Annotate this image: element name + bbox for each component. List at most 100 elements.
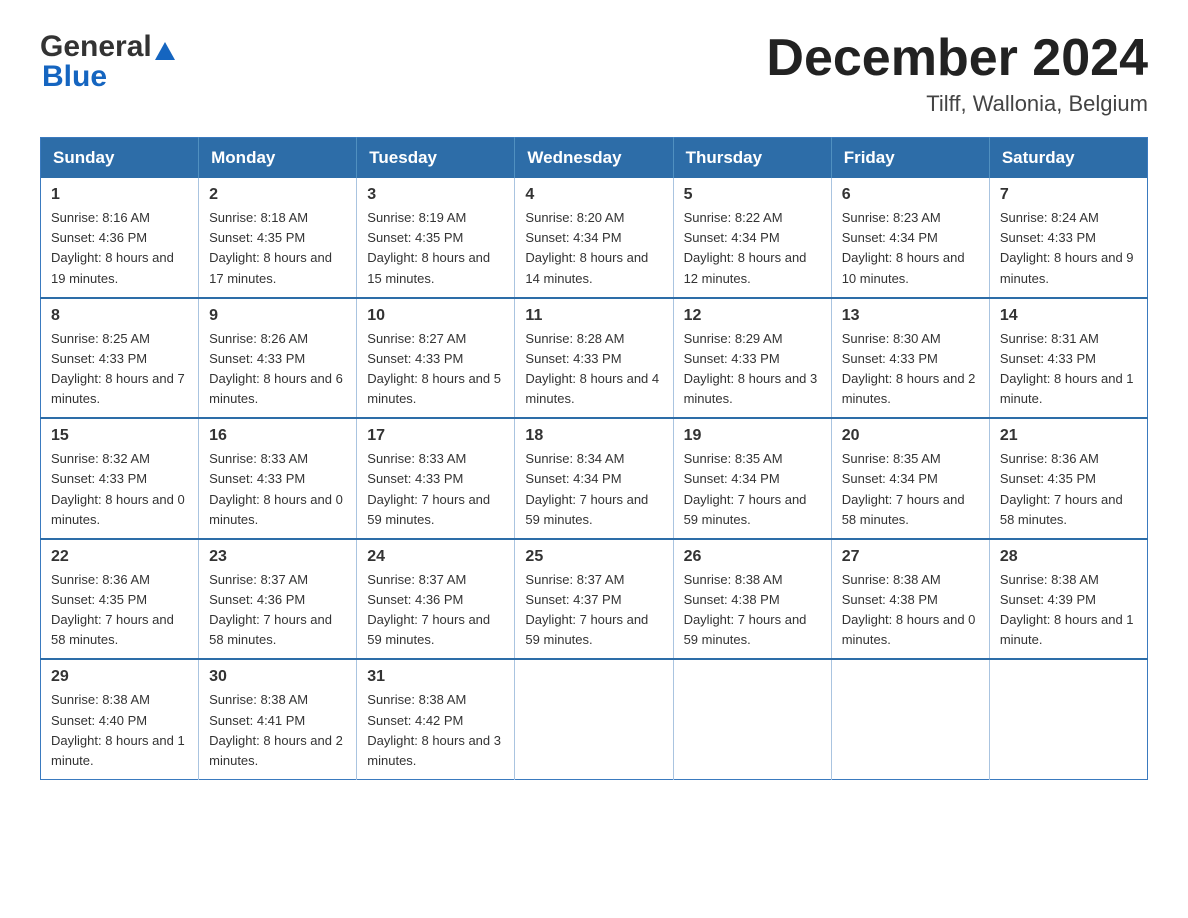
day-info: Sunrise: 8:38 AMSunset: 4:40 PMDaylight:… [51, 690, 188, 771]
day-number: 20 [842, 427, 979, 445]
calendar-cell: 1 Sunrise: 8:16 AMSunset: 4:36 PMDaylight… [41, 178, 199, 298]
day-number: 8 [51, 307, 188, 325]
calendar-cell [989, 659, 1147, 779]
calendar-cell: 21 Sunrise: 8:36 AMSunset: 4:35 PMDayligh… [989, 418, 1147, 539]
calendar-cell: 13 Sunrise: 8:30 AMSunset: 4:33 PMDayligh… [831, 298, 989, 419]
calendar-cell: 20 Sunrise: 8:35 AMSunset: 4:34 PMDayligh… [831, 418, 989, 539]
day-info: Sunrise: 8:20 AMSunset: 4:34 PMDaylight:… [525, 208, 662, 289]
day-number: 21 [1000, 427, 1137, 445]
day-info: Sunrise: 8:37 AMSunset: 4:37 PMDaylight:… [525, 570, 662, 651]
day-number: 16 [209, 427, 346, 445]
calendar-cell: 6 Sunrise: 8:23 AMSunset: 4:34 PMDaylight… [831, 178, 989, 298]
day-info: Sunrise: 8:34 AMSunset: 4:34 PMDaylight:… [525, 449, 662, 530]
calendar-cell: 27 Sunrise: 8:38 AMSunset: 4:38 PMDayligh… [831, 539, 989, 660]
day-info: Sunrise: 8:19 AMSunset: 4:35 PMDaylight:… [367, 208, 504, 289]
day-number: 17 [367, 427, 504, 445]
calendar-cell: 25 Sunrise: 8:37 AMSunset: 4:37 PMDayligh… [515, 539, 673, 660]
calendar-cell [515, 659, 673, 779]
calendar-table: SundayMondayTuesdayWednesdayThursdayFrid… [40, 137, 1148, 780]
calendar-cell: 14 Sunrise: 8:31 AMSunset: 4:33 PMDayligh… [989, 298, 1147, 419]
day-info: Sunrise: 8:35 AMSunset: 4:34 PMDaylight:… [684, 449, 821, 530]
calendar-cell: 7 Sunrise: 8:24 AMSunset: 4:33 PMDaylight… [989, 178, 1147, 298]
day-info: Sunrise: 8:29 AMSunset: 4:33 PMDaylight:… [684, 329, 821, 410]
day-number: 11 [525, 307, 662, 325]
calendar-header-tuesday: Tuesday [357, 138, 515, 179]
day-number: 25 [525, 548, 662, 566]
day-info: Sunrise: 8:16 AMSunset: 4:36 PMDaylight:… [51, 208, 188, 289]
calendar-cell: 23 Sunrise: 8:37 AMSunset: 4:36 PMDayligh… [199, 539, 357, 660]
month-title: December 2024 [766, 30, 1148, 87]
day-info: Sunrise: 8:37 AMSunset: 4:36 PMDaylight:… [209, 570, 346, 651]
calendar-cell: 12 Sunrise: 8:29 AMSunset: 4:33 PMDayligh… [673, 298, 831, 419]
day-info: Sunrise: 8:23 AMSunset: 4:34 PMDaylight:… [842, 208, 979, 289]
title-section: December 2024 Tilff, Wallonia, Belgium [766, 30, 1148, 117]
day-number: 30 [209, 668, 346, 686]
day-number: 31 [367, 668, 504, 686]
day-info: Sunrise: 8:36 AMSunset: 4:35 PMDaylight:… [51, 570, 188, 651]
day-number: 1 [51, 186, 188, 204]
day-number: 22 [51, 548, 188, 566]
calendar-header-thursday: Thursday [673, 138, 831, 179]
day-number: 13 [842, 307, 979, 325]
calendar-cell: 31 Sunrise: 8:38 AMSunset: 4:42 PMDayligh… [357, 659, 515, 779]
day-number: 2 [209, 186, 346, 204]
day-info: Sunrise: 8:38 AMSunset: 4:38 PMDaylight:… [842, 570, 979, 651]
calendar-header-friday: Friday [831, 138, 989, 179]
logo: General Blue [40, 30, 175, 94]
logo-general-text: General [40, 30, 152, 64]
day-info: Sunrise: 8:37 AMSunset: 4:36 PMDaylight:… [367, 570, 504, 651]
calendar-cell: 26Sunrise: 8:38 AMSunset: 4:38 PMDayligh… [673, 539, 831, 660]
day-number: 29 [51, 668, 188, 686]
day-number: 18 [525, 427, 662, 445]
day-info: Sunrise: 8:27 AMSunset: 4:33 PMDaylight:… [367, 329, 504, 410]
day-number: 10 [367, 307, 504, 325]
day-info: Sunrise: 8:36 AMSunset: 4:35 PMDaylight:… [1000, 449, 1137, 530]
calendar-cell [831, 659, 989, 779]
calendar-cell: 18 Sunrise: 8:34 AMSunset: 4:34 PMDayligh… [515, 418, 673, 539]
day-info: Sunrise: 8:25 AMSunset: 4:33 PMDaylight:… [51, 329, 188, 410]
day-number: 27 [842, 548, 979, 566]
calendar-cell: 3 Sunrise: 8:19 AMSunset: 4:35 PMDaylight… [357, 178, 515, 298]
day-info: Sunrise: 8:28 AMSunset: 4:33 PMDaylight:… [525, 329, 662, 410]
calendar-header-monday: Monday [199, 138, 357, 179]
calendar-cell: 19Sunrise: 8:35 AMSunset: 4:34 PMDayligh… [673, 418, 831, 539]
calendar-cell: 8 Sunrise: 8:25 AMSunset: 4:33 PMDaylight… [41, 298, 199, 419]
calendar-cell [673, 659, 831, 779]
calendar-cell: 22 Sunrise: 8:36 AMSunset: 4:35 PMDayligh… [41, 539, 199, 660]
day-info: Sunrise: 8:31 AMSunset: 4:33 PMDaylight:… [1000, 329, 1137, 410]
day-number: 9 [209, 307, 346, 325]
day-info: Sunrise: 8:18 AMSunset: 4:35 PMDaylight:… [209, 208, 346, 289]
day-info: Sunrise: 8:33 AMSunset: 4:33 PMDaylight:… [209, 449, 346, 530]
day-number: 7 [1000, 186, 1137, 204]
day-number: 14 [1000, 307, 1137, 325]
day-info: Sunrise: 8:33 AMSunset: 4:33 PMDaylight:… [367, 449, 504, 530]
day-info: Sunrise: 8:24 AMSunset: 4:33 PMDaylight:… [1000, 208, 1137, 289]
day-info: Sunrise: 8:38 AMSunset: 4:41 PMDaylight:… [209, 690, 346, 771]
calendar-cell: 24 Sunrise: 8:37 AMSunset: 4:36 PMDayligh… [357, 539, 515, 660]
calendar-cell: 28Sunrise: 8:38 AMSunset: 4:39 PMDayligh… [989, 539, 1147, 660]
day-number: 24 [367, 548, 504, 566]
logo-blue-text: Blue [40, 60, 107, 94]
day-info: Sunrise: 8:30 AMSunset: 4:33 PMDaylight:… [842, 329, 979, 410]
day-number: 15 [51, 427, 188, 445]
day-number: 23 [209, 548, 346, 566]
day-number: 5 [684, 186, 821, 204]
day-info: Sunrise: 8:32 AMSunset: 4:33 PMDaylight:… [51, 449, 188, 530]
day-info: Sunrise: 8:26 AMSunset: 4:33 PMDaylight:… [209, 329, 346, 410]
day-info: Sunrise: 8:22 AMSunset: 4:34 PMDaylight:… [684, 208, 821, 289]
calendar-cell: 16 Sunrise: 8:33 AMSunset: 4:33 PMDayligh… [199, 418, 357, 539]
day-number: 4 [525, 186, 662, 204]
location-title: Tilff, Wallonia, Belgium [766, 91, 1148, 117]
day-number: 12 [684, 307, 821, 325]
calendar-cell: 29 Sunrise: 8:38 AMSunset: 4:40 PMDayligh… [41, 659, 199, 779]
day-number: 26 [684, 548, 821, 566]
calendar-cell: 10 Sunrise: 8:27 AMSunset: 4:33 PMDayligh… [357, 298, 515, 419]
day-info: Sunrise: 8:38 AMSunset: 4:42 PMDaylight:… [367, 690, 504, 771]
day-number: 3 [367, 186, 504, 204]
day-number: 6 [842, 186, 979, 204]
calendar-cell: 5 Sunrise: 8:22 AMSunset: 4:34 PMDaylight… [673, 178, 831, 298]
calendar-cell: 9 Sunrise: 8:26 AMSunset: 4:33 PMDaylight… [199, 298, 357, 419]
day-info: Sunrise: 8:35 AMSunset: 4:34 PMDaylight:… [842, 449, 979, 530]
calendar-cell: 17 Sunrise: 8:33 AMSunset: 4:33 PMDayligh… [357, 418, 515, 539]
logo-triangle-icon [155, 42, 175, 60]
